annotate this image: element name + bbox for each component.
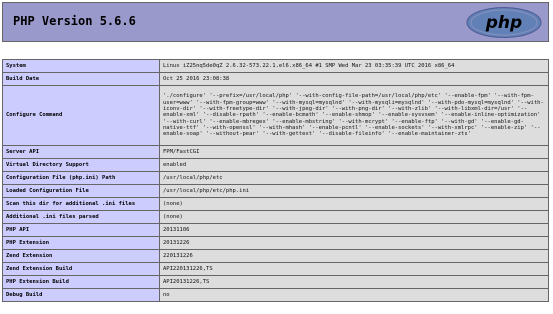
row-label: Zend Extension Build (2, 262, 160, 276)
row-value: (none) (159, 197, 549, 211)
row-value: Oct 25 2016 23:08:38 (159, 72, 549, 86)
row-label: PHP API (2, 223, 160, 237)
php-logo-text: php (485, 13, 522, 33)
page-title: PHP Version 5.6.6 (13, 14, 136, 28)
info-table: System Linux iZ25nq5de0qZ 2.6.32-573.22.1… (2, 59, 549, 302)
row-value: FPM/FastCGI (159, 145, 549, 159)
table-row: Configuration File (php.ini) Path/usr/lo… (2, 171, 549, 185)
table-row: Debug Build no (2, 288, 549, 302)
row-value: 20131226 (159, 236, 549, 250)
row-value: (none) (159, 210, 549, 224)
row-value: API220131226,TS (159, 262, 549, 276)
row-label: Configuration File (php.ini) Path (2, 171, 160, 185)
row-label: Debug Build (2, 288, 160, 302)
row-value: no (159, 288, 549, 302)
php-logo: php (466, 7, 542, 38)
table-row: Build Date Oct 25 2016 23:08:38 (2, 72, 549, 86)
row-value: enabled (159, 158, 549, 172)
row-label: Loaded Configuration File (2, 184, 160, 198)
table-row: System Linux iZ25nq5de0qZ 2.6.32-573.22.1… (2, 59, 549, 73)
row-label: Configure Command (2, 85, 160, 146)
row-label: Scan this dir for additional .ini files (2, 197, 160, 211)
table-row: PHP Extension Build API20131226,TS (2, 275, 549, 289)
table-row: PHP API 20131106 (2, 223, 549, 237)
table-row: Zend Extension 220131226 (2, 249, 549, 263)
row-value: './configure' '--prefix=/usr/local/php' … (159, 85, 549, 146)
row-label: Additional .ini files parsed (2, 210, 160, 224)
row-label: System (2, 59, 160, 73)
row-label: PHP Extension (2, 236, 160, 250)
row-label: PHP Extension Build (2, 275, 160, 289)
row-label: Server API (2, 145, 160, 159)
table-row: Additional .ini files parsed (none) (2, 210, 549, 224)
row-label: Build Date (2, 72, 160, 86)
table-row: Virtual Directory Support enabled (2, 158, 549, 172)
table-row: Server API FPM/FastCGI (2, 145, 549, 159)
row-value: 20131106 (159, 223, 549, 237)
row-value: /usr/local/php/etc (159, 171, 549, 185)
row-value: API20131226,TS (159, 275, 549, 289)
row-value: /usr/local/php/etc/php.ini (159, 184, 549, 198)
row-label: Zend Extension (2, 249, 160, 263)
row-label: Virtual Directory Support (2, 158, 160, 172)
row-value: 220131226 (159, 249, 549, 263)
row-value: Linux iZ25nq5de0qZ 2.6.32-573.22.1.el6.x… (159, 59, 549, 73)
table-row: PHP Extension 20131226 (2, 236, 549, 250)
table-row: Configure Command './configure' '--prefix… (2, 85, 549, 146)
phpinfo-page: PHP Version 5.6.6 php System Linux iZ25nq… (0, 0, 553, 314)
table-row: Zend Extension Build API220131226,TS (2, 262, 549, 276)
table-row: Scan this dir for additional .ini files(… (2, 197, 549, 211)
table-row: Loaded Configuration File/usr/local/php/… (2, 184, 549, 198)
header-bar: PHP Version 5.6.6 php (2, 2, 549, 42)
